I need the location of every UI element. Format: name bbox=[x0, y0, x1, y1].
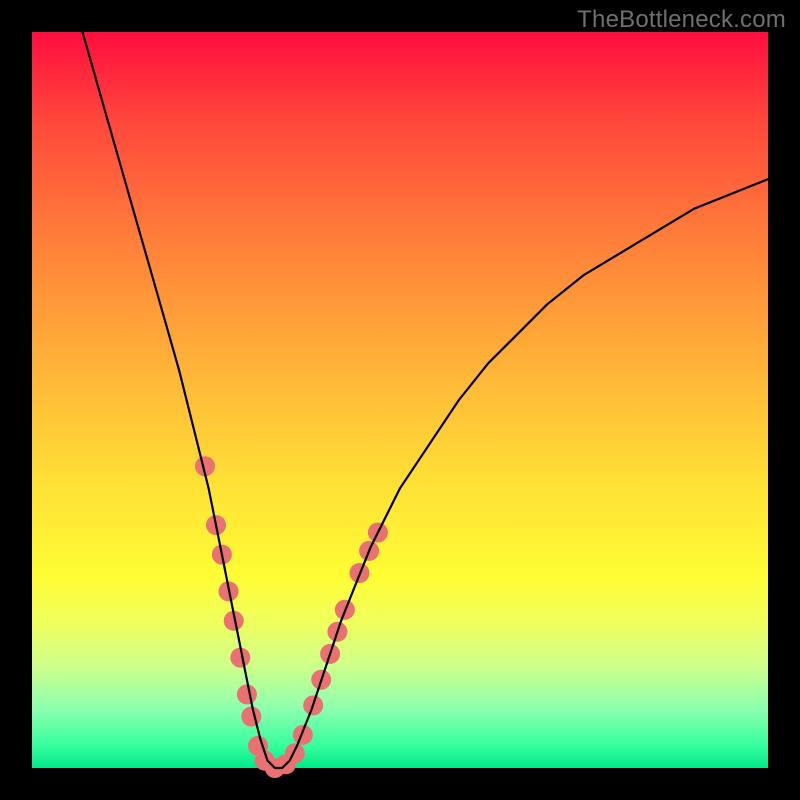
curve-markers bbox=[195, 456, 388, 778]
bottleneck-plot bbox=[32, 32, 768, 768]
watermark-text: TheBottleneck.com bbox=[577, 6, 786, 34]
curve-marker bbox=[293, 725, 313, 745]
chart-area bbox=[32, 32, 768, 768]
curve-marker bbox=[241, 707, 261, 727]
bottleneck-curve bbox=[76, 10, 768, 768]
curve-marker bbox=[237, 684, 257, 704]
curve-marker bbox=[285, 743, 305, 763]
